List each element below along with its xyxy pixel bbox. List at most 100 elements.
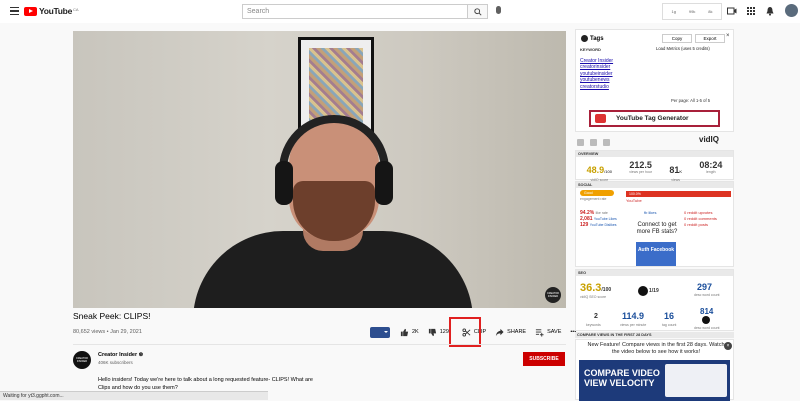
save-label: SAVE [547, 329, 562, 335]
subscriber-count: 406K subscribers [98, 360, 133, 365]
seo-score: 36.3/100 [580, 282, 612, 294]
video-player[interactable]: CREATOR INSIDER [73, 31, 566, 308]
export-label: Export [703, 36, 717, 41]
social-panel: SOCIAL Good engagement rate 100.0% YouTu… [575, 181, 734, 267]
channel-name[interactable]: Creator Insider ⊛ [98, 352, 143, 358]
thumb-screenshot [665, 364, 727, 397]
thumbs-down-icon [428, 328, 436, 336]
share-label: SHARE [507, 329, 527, 335]
tag-generator-icon [595, 114, 606, 123]
desc-word-count: 814 [700, 307, 714, 316]
like-count: 2K [412, 329, 419, 335]
channel-avatar[interactable]: CREATOR INSIDER [73, 351, 91, 369]
vidiq-logo: vidIQ [699, 135, 720, 144]
video-meta: 80,652 views • Jan 29, 2021 [73, 329, 142, 335]
tags-title: Tags [590, 36, 604, 42]
compare-header: COMPARE VIEWS IN THE FIRST 28 DAYS [575, 332, 734, 338]
desc-badge-icon [702, 316, 710, 324]
share-arrow-icon [496, 328, 504, 336]
logo-country: CA [73, 6, 79, 12]
views-per-minute: 114.9 [622, 311, 645, 321]
microphone-icon[interactable] [496, 6, 501, 14]
compare-message: New Feature! Compare views in the first … [587, 342, 725, 355]
per-page-select[interactable]: All [690, 98, 695, 103]
user-avatar[interactable] [785, 4, 798, 17]
vidiq-sidebar: Tags Copy Export × KEYWORD Load Metrics … [575, 29, 734, 401]
vidiq-score: 48.9/100 vidIQ score [586, 165, 612, 182]
title-word-count: 297 [697, 282, 713, 292]
browser-status-bar: Waiting for yt3.ggpht.com... [0, 391, 268, 400]
score-value: 48.9 [586, 165, 605, 175]
youtube-logo[interactable]: YouTube CA [24, 6, 79, 16]
page-margin [737, 31, 800, 400]
channel-watermark[interactable]: CREATOR INSIDER [545, 287, 561, 303]
rank-fraction: 1/19 [649, 288, 659, 294]
load-metrics-button[interactable]: Load Metrics (uses 5 credits) [656, 46, 710, 51]
per-page-label: Per page: [671, 98, 690, 103]
apps-grid-icon[interactable] [746, 6, 756, 16]
video-title: Sneak Peek: CLIPS! [73, 311, 151, 321]
fb-likes: fb likes [644, 210, 657, 215]
search-icon [473, 7, 482, 16]
keyword-count: 2 [594, 313, 598, 320]
grid-tab-icon[interactable] [590, 139, 597, 146]
tag-link[interactable]: creatorinsider [580, 64, 613, 70]
notifications-bell-icon[interactable] [765, 6, 775, 16]
reddit-stats: 0 reddit upvotes 0 reddit comments 0 red… [684, 210, 717, 227]
views-total: 81K views [669, 165, 683, 182]
compare-video-thumbnail[interactable]: COMPARE VIDEO VIEW VELOCITY [579, 360, 730, 401]
save-button[interactable]: SAVE [535, 328, 561, 337]
dislike-button[interactable]: 129 [428, 328, 449, 337]
vidiq-stat-3: 8k [708, 9, 713, 14]
create-video-icon[interactable] [727, 6, 737, 16]
pagination: Per page: All 1-5 of 5 [671, 98, 710, 103]
vidiq-toolbar-widget[interactable]: 1g 99k 8k [662, 3, 722, 20]
export-tags-button[interactable]: Export [695, 34, 725, 43]
seo-panel: SEO 36.3/100 vidIQ SEO score 1/19 297 de… [575, 269, 734, 331]
subscribe-button[interactable]: SUBSCRIBE [523, 352, 565, 366]
logo-text: YouTube [39, 6, 72, 16]
playlist-add-icon [536, 328, 544, 337]
overview-panel: OVERVIEW 48.9/100 vidIQ score 212.5 view… [575, 150, 734, 182]
top-bar: YouTube CA Search 1g 99k 8k [0, 0, 800, 23]
seo-header: SEO [576, 270, 733, 276]
vidiq-tag-icon [581, 35, 588, 42]
search-input[interactable]: Search [242, 4, 468, 19]
connect-facebook-prompt: Connect to get more FB stats? [636, 222, 678, 235]
rank-badge-icon [638, 286, 648, 296]
tag-link[interactable]: creatorstudio [580, 84, 613, 90]
verified-icon: ⊛ [138, 352, 144, 358]
close-tags-icon[interactable]: × [726, 33, 730, 39]
page-range: 1-5 of 5 [695, 98, 711, 103]
tag-link[interactable]: youtubenews [580, 77, 613, 83]
youtube-share-bar: 100.0% [626, 191, 731, 197]
channel-name-text: Creator Insider [98, 352, 138, 358]
vidiq-stat-2: 99k [688, 9, 696, 14]
keyword-column-header: KEYWORD [580, 47, 601, 52]
thumb-headline: COMPARE VIDEO VIEW VELOCITY [584, 368, 660, 388]
vidiq-dropdown-button[interactable] [370, 326, 390, 338]
close-compare-icon[interactable]: × [724, 342, 732, 350]
tag-generator-label: YouTube Tag Generator [616, 115, 689, 122]
auth-facebook-button[interactable]: Auth Facebook [636, 242, 676, 266]
tag-count: 16 [664, 311, 675, 321]
engagement-pill: Good [580, 190, 614, 196]
tag-generator-banner[interactable]: YouTube Tag Generator [589, 110, 720, 127]
chart-tab-icon[interactable] [603, 139, 610, 146]
social-header: SOCIAL [576, 182, 733, 188]
thumbs-up-icon [400, 328, 409, 336]
hamburger-menu-icon[interactable] [10, 7, 19, 15]
dislike-count: 129 [439, 329, 449, 335]
vidiq-tab-icons [577, 139, 610, 146]
copy-tags-button[interactable]: Copy [662, 34, 692, 43]
home-tab-icon[interactable] [577, 139, 584, 146]
search-button[interactable] [468, 4, 488, 19]
divider [73, 344, 566, 345]
like-button[interactable]: 2K [400, 328, 419, 337]
compare-panel: New Feature! Compare views in the first … [575, 339, 734, 401]
tags-card: Tags Copy Export × KEYWORD Load Metrics … [575, 29, 734, 132]
video-description: Hello insiders! Today we're here to talk… [98, 377, 313, 391]
copy-label: Copy [671, 36, 683, 41]
share-button[interactable]: SHARE [495, 328, 526, 337]
views-per-hour: 212.5 views per hour [629, 160, 653, 174]
